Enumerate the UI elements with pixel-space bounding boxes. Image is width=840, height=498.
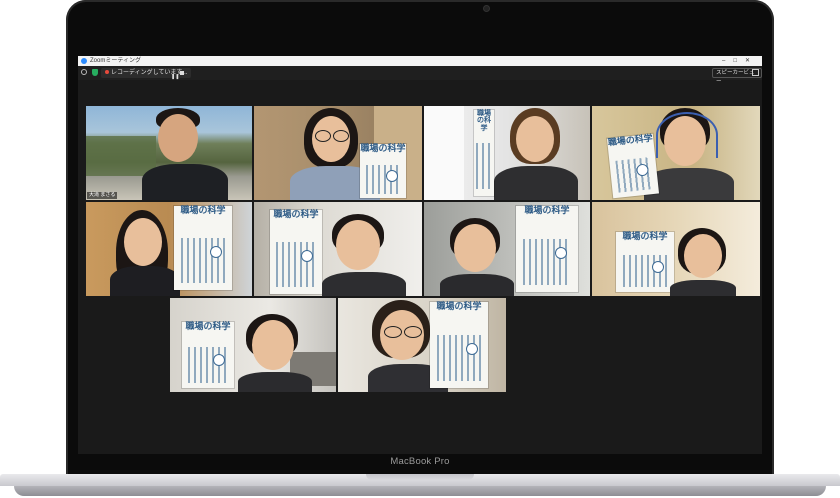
pause-recording-button[interactable]: ❚❚ <box>171 70 179 84</box>
minimize-button[interactable]: – <box>722 58 733 64</box>
participant-name: 大滝 まさる <box>87 192 118 199</box>
participant-tile[interactable]: 職場の科学 <box>254 202 422 296</box>
book-cover: 職場の科学 <box>606 133 660 199</box>
fullscreen-icon[interactable] <box>752 69 759 76</box>
window-title: Zoomミーティング <box>90 58 141 64</box>
book-cover: 職場の科学 <box>360 143 406 198</box>
meeting-toolbar: レコーディングしています... ❚❚ スピーカービュー <box>78 66 762 85</box>
book-cover: 職場の科学 <box>474 110 494 196</box>
participant-tile[interactable]: 職場の科学 <box>592 202 760 296</box>
device-model-label: MacBook Pro <box>390 456 450 467</box>
stop-recording-button[interactable] <box>180 71 184 75</box>
book-cover: 職場の科学 <box>270 209 322 294</box>
participant-tile[interactable]: 職場の科学 <box>424 106 590 200</box>
camera-icon <box>484 6 489 11</box>
participant-tile[interactable]: 職場の科学 <box>86 202 252 296</box>
participant-tile[interactable]: 大滝 まさる <box>86 106 252 200</box>
participant-tile[interactable]: 職場の科学 <box>338 298 506 392</box>
laptop-base <box>0 474 840 498</box>
zoom-app-icon <box>81 58 87 64</box>
book-cover: 職場の科学 <box>516 205 578 292</box>
participant-tile[interactable]: 職場の科学 <box>592 106 760 200</box>
recording-dot-icon <box>105 70 109 75</box>
window-titlebar: Zoomミーティング –□✕ <box>78 56 762 66</box>
participant-face <box>516 116 554 162</box>
shield-icon[interactable] <box>92 69 98 76</box>
participant-tile[interactable]: 職場の科学 <box>424 202 590 296</box>
participant-face <box>158 114 198 162</box>
participant-face <box>252 320 294 370</box>
book-cover: 職場の科学 <box>174 205 232 290</box>
participant-face <box>454 224 496 272</box>
participant-face <box>684 234 722 278</box>
participant-tile[interactable]: 職場の科学 <box>170 298 336 392</box>
participant-tile-active-speaker[interactable]: 職場の科学 <box>254 106 422 200</box>
zoom-window: Zoomミーティング –□✕ レコーディングしています... ❚❚ スピーカービ… <box>78 56 762 454</box>
headset-icon <box>656 112 718 158</box>
book-cover: 職場の科学 <box>182 321 234 388</box>
maximize-button[interactable]: □ <box>733 58 745 64</box>
participant-face <box>124 218 162 266</box>
book-cover: 職場の科学 <box>430 301 488 388</box>
participant-face <box>336 220 380 270</box>
trackpad-notch <box>366 474 474 480</box>
book-cover: 職場の科学 <box>616 231 674 292</box>
close-button[interactable]: ✕ <box>745 58 758 64</box>
info-icon[interactable] <box>81 69 87 75</box>
